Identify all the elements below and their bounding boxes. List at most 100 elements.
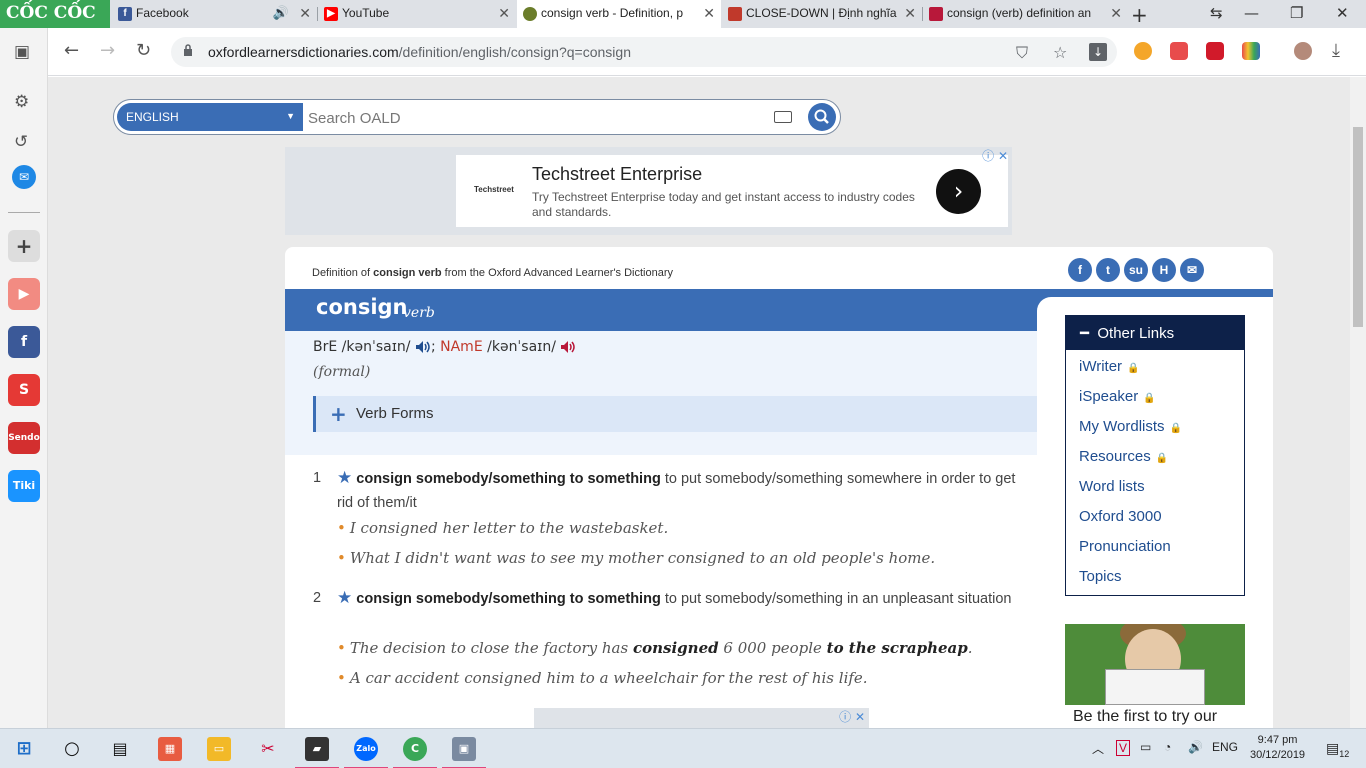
file-explorer-icon[interactable]: ▭ [207,737,231,761]
advertisement-banner-bottom[interactable]: ⓘ ✕ [534,708,869,728]
restore-button[interactable]: ❐ [1290,4,1303,22]
windows-taskbar: ⊞ ○ ▤ ▦ ▭ ✂ ▰ Zalo C ▣ ︿ V ▭ ◔ 🔊 ENG 9:4… [0,728,1366,768]
close-tab-icon[interactable]: ✕ [498,5,510,22]
youtube-shortcut-icon[interactable]: ▶ [8,278,40,310]
wifi-icon[interactable]: ◔ [1164,740,1171,754]
reload-button[interactable]: ↻ [136,40,151,61]
pronunciation-line: BrE /kənˈsaɪn/ ; NAmE /kənˈsaɪn/ [313,339,576,355]
ad-description: Try Techstreet Enterprise today and get … [532,190,915,219]
downloads-icon[interactable]: ⤓ [1332,40,1340,61]
shopee-shortcut-icon[interactable]: S [8,374,40,406]
system-clock[interactable]: 9:47 pm 30/12/2019 [1250,733,1305,763]
extension-chrome-icon[interactable] [1134,42,1152,60]
task-view-icon[interactable]: ▤ [108,737,132,761]
tray-chevron-icon[interactable]: ︿ [1092,740,1104,757]
bookmark-star-icon[interactable]: ☆ [1053,43,1067,62]
ad-arrow-button[interactable]: › [936,169,981,214]
tab-macmillan[interactable]: consign (verb) definition an ✕ [923,0,1128,28]
extension-red-icon[interactable] [1206,42,1224,60]
start-windows-icon[interactable]: ⊞ [12,737,36,761]
lock-icon[interactable] [183,44,193,56]
add-shortcut-icon[interactable]: + [8,230,40,262]
close-window-button[interactable]: ✕ [1336,4,1349,22]
ad-title[interactable]: Techstreet Enterprise [532,164,702,185]
tab-search-icon[interactable]: ⇆ [1210,4,1223,22]
tab-youtube[interactable]: ▶ YouTube ✕ [318,0,516,28]
keyboard-icon[interactable] [774,111,792,123]
search-button[interactable] [808,103,836,131]
tab-oxford-active[interactable]: consign verb - Definition, p ✕ [517,0,721,28]
close-tab-icon[interactable]: ✕ [904,5,916,22]
share-stumbleupon-icon[interactable]: su [1124,258,1148,282]
page-scrollbar[interactable] [1350,77,1366,728]
input-language[interactable]: ENG [1212,740,1238,754]
download-video-icon[interactable]: ↓ [1089,43,1107,61]
other-links-header[interactable]: ━ Other Links [1066,316,1244,350]
sense-pattern: consign somebody/something to something [356,471,661,487]
new-tab-button[interactable]: + [1131,3,1148,27]
snipping-tool-icon[interactable]: ✂ [256,737,280,761]
tab-title: YouTube [342,6,390,20]
coccoc-logo[interactable]: CỐC CỐC [0,0,110,28]
share-email-icon[interactable]: ✉ [1180,258,1204,282]
link-resources[interactable]: Resources 🔒 [1079,448,1168,465]
tiki-shortcut-icon[interactable]: Tiki [8,470,40,502]
messenger-icon[interactable]: ✉ [12,165,36,189]
battery-icon[interactable]: ▭ [1140,740,1151,754]
link-topics[interactable]: Topics [1079,568,1122,585]
forward-button[interactable]: → [100,40,115,61]
link-oxford-3000[interactable]: Oxford 3000 [1079,508,1162,525]
volume-icon[interactable]: 🔊 [1188,740,1203,754]
screenshot-app-icon[interactable]: ▣ [442,737,486,768]
extension-shield-icon[interactable] [1170,42,1188,60]
share-twitter-icon[interactable]: t [1096,258,1120,282]
back-button[interactable]: ← [64,40,79,61]
settings-gear-icon[interactable]: ⚙ [14,92,29,112]
link-word-lists[interactable]: Word lists [1079,478,1145,495]
cortana-search-icon[interactable]: ○ [60,737,84,761]
ad-brand-logo: Techstreet [474,185,514,194]
ad-content[interactable]: Techstreet Techstreet Enterprise Try Tec… [456,155,1008,227]
minimize-button[interactable]: — [1244,4,1259,22]
bre-audio-icon[interactable] [415,340,431,354]
photos-app-icon[interactable]: ▦ [158,737,182,761]
profile-avatar[interactable] [1294,42,1312,60]
close-tab-icon[interactable]: ✕ [299,5,311,22]
address-toolbar: ← → ↻ oxfordlearnersdictionaries.com/def… [0,28,1366,76]
tab-facebook[interactable]: f Facebook 🔊 ✕ [112,0,317,28]
advertisement-banner[interactable]: Techstreet Techstreet Enterprise Try Tec… [285,147,1012,235]
link-ispeaker[interactable]: iSpeaker 🔒 [1079,388,1156,405]
search-input[interactable] [308,106,768,130]
ad-close-icon[interactable]: ⓘ ✕ [839,708,865,725]
address-bar[interactable]: oxfordlearnersdictionaries.com/definitio… [171,37,1117,67]
browser-tab-strip: CỐC CỐC f Facebook 🔊 ✕ ▶ YouTube ✕ consi… [0,0,1366,28]
tray-app-icon[interactable]: V [1116,740,1131,756]
coccoc-browser-icon[interactable]: C [393,737,437,768]
name-audio-icon[interactable] [560,340,576,354]
history-icon[interactable]: ↺ [14,132,28,152]
speaker-icon[interactable]: 🔊 [273,5,289,21]
close-tab-icon[interactable]: ✕ [703,5,715,22]
action-center-icon[interactable]: ▤12 [1326,740,1349,759]
link-iwriter[interactable]: iWriter 🔒 [1079,358,1140,375]
sticky-notes-icon[interactable]: ▰ [295,737,339,768]
share-hi5-icon[interactable]: H [1152,258,1176,282]
promo-text[interactable]: Be the first to try our [1073,708,1217,726]
tab-cambridge[interactable]: CLOSE-DOWN | Định nghĩa ✕ [722,0,922,28]
link-pronunciation[interactable]: Pronunciation [1079,538,1171,555]
sidebar-toggle-icon[interactable]: ▣ [14,42,30,62]
verb-forms-toggle[interactable]: + Verb Forms [313,396,1037,432]
promo-image[interactable] [1065,624,1245,705]
ad-close-icon[interactable]: ⓘ ✕ [982,147,1008,164]
shield-icon[interactable]: ⛉ [1016,43,1028,63]
sense-2: 2 ★ consign somebody/something to someth… [307,586,1027,611]
language-select[interactable]: ENGLISH ▼ [117,103,303,131]
share-facebook-icon[interactable]: f [1068,258,1092,282]
sendo-shortcut-icon[interactable]: Sendo [8,422,40,454]
link-my-wordlists[interactable]: My Wordlists 🔒 [1079,418,1182,435]
close-tab-icon[interactable]: ✕ [1110,5,1122,22]
facebook-shortcut-icon[interactable]: f [8,326,40,358]
scrollbar-thumb[interactable] [1353,127,1363,327]
zalo-icon[interactable]: Zalo [344,737,388,768]
extension-color-icon[interactable] [1242,42,1260,60]
